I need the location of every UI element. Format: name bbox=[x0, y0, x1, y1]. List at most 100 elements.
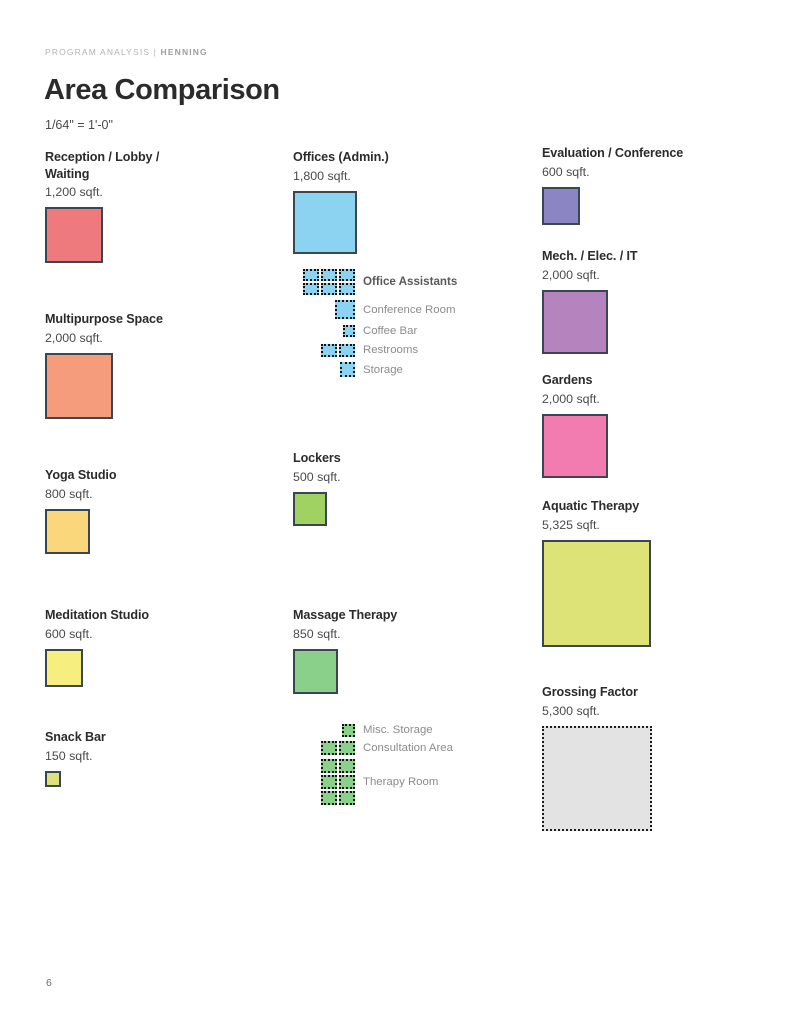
label-line-2: Waiting bbox=[45, 166, 90, 181]
area-entry-mech-elec-it: Mech. / Elec. / IT 2,000 sqft. bbox=[542, 248, 638, 354]
subitem-label: Consultation Area bbox=[363, 742, 453, 754]
subitem-cell bbox=[340, 362, 355, 377]
subitem-office-assistants: Office Assistants bbox=[293, 269, 528, 295]
area-entry-value: 600 sqft. bbox=[45, 626, 93, 641]
area-entry-label: Offices (Admin.) bbox=[293, 150, 389, 164]
area-entry-evaluation-conference: Evaluation / Conference 600 sqft. bbox=[542, 145, 683, 225]
area-swatch-reception bbox=[45, 207, 103, 263]
area-entry-reception: Reception / Lobby / Waiting 1,200 sqft. bbox=[45, 149, 159, 263]
area-entry-label: Grossing Factor bbox=[542, 685, 638, 699]
subitem-cell bbox=[339, 283, 355, 295]
subitem-cell bbox=[343, 325, 355, 337]
subitem-swatch-wrap bbox=[293, 300, 355, 319]
subitem-cell bbox=[339, 343, 355, 357]
area-entry-value: 5,300 sqft. bbox=[542, 703, 600, 718]
subitem-swatch-wrap bbox=[293, 269, 355, 295]
subitem-cell bbox=[342, 723, 355, 737]
subitem-label: Conference Room bbox=[363, 303, 456, 316]
subitem-cell bbox=[339, 791, 355, 805]
area-entry-label: Yoga Studio bbox=[45, 468, 117, 482]
subitem-swatch-misc-storage bbox=[342, 723, 355, 737]
area-entry-label: Evaluation / Conference bbox=[542, 146, 684, 160]
area-entry-yoga-studio: Yoga Studio 800 sqft. bbox=[45, 467, 117, 554]
area-entry-value: 1,200 sqft. bbox=[45, 185, 103, 199]
area-entry-value: 2,000 sqft. bbox=[542, 391, 600, 406]
page-number: 6 bbox=[46, 977, 52, 989]
area-entry-label: Aquatic Therapy bbox=[542, 499, 640, 513]
label-line-1: Reception / Lobby / bbox=[45, 150, 160, 164]
subitem-cell bbox=[321, 775, 337, 789]
subitem-coffee-bar: Coffee Bar bbox=[293, 324, 528, 338]
area-entry-snack-bar: Snack Bar 150 sqft. bbox=[45, 729, 106, 787]
area-entry-label: Mech. / Elec. / IT bbox=[542, 249, 638, 263]
subitem-swatch-wrap bbox=[293, 325, 355, 337]
area-entry-label: Reception / Lobby / Waiting bbox=[45, 149, 159, 182]
area-entry-value: 5,325 sqft. bbox=[542, 517, 600, 532]
subitem-cell bbox=[321, 759, 337, 773]
subitem-swatch-consultation-area bbox=[321, 741, 355, 755]
area-entry-value: 600 sqft. bbox=[542, 164, 590, 179]
massage-subitems-group: Misc. Storage Consultation Area Therapy … bbox=[293, 723, 528, 807]
program-analysis-page: PROGRAM ANALYSIS | HENNING Area Comparis… bbox=[0, 0, 791, 1024]
area-entry-value: 150 sqft. bbox=[45, 748, 93, 763]
subitem-consultation-area: Consultation Area bbox=[293, 741, 528, 755]
area-entry-multipurpose: Multipurpose Space 2,000 sqft. bbox=[45, 311, 163, 419]
area-entry-gardens: Gardens 2,000 sqft. bbox=[542, 372, 608, 478]
area-swatch-snack-bar bbox=[45, 770, 61, 787]
area-entry-value: 850 sqft. bbox=[293, 626, 341, 641]
subitem-conference-room: Conference Room bbox=[293, 300, 528, 319]
subitem-swatch-restrooms bbox=[321, 343, 355, 357]
area-entry-label: Massage Therapy bbox=[293, 608, 398, 622]
eyebrow-firm-name: HENNING bbox=[160, 47, 208, 57]
subitem-swatch-storage bbox=[340, 362, 355, 377]
subitem-swatch-therapy-room bbox=[321, 759, 355, 805]
page-title: Area Comparison bbox=[44, 74, 280, 106]
area-swatch-offices-admin bbox=[293, 190, 357, 254]
eyebrow-prefix: PROGRAM ANALYSIS | bbox=[45, 47, 161, 57]
area-entry-offices-admin: Offices (Admin.) 1,800 sqft. bbox=[293, 149, 389, 254]
offices-subitems-group: Office Assistants Conference Room Coffee… bbox=[293, 269, 528, 379]
subitem-label: Restrooms bbox=[363, 344, 419, 356]
area-entry-value: 500 sqft. bbox=[293, 469, 341, 484]
area-entry-aquatic-therapy: Aquatic Therapy 5,325 sqft. bbox=[542, 498, 651, 647]
subitem-cell bbox=[339, 775, 355, 789]
subitem-swatch-wrap bbox=[293, 343, 355, 357]
area-entry-label: Lockers bbox=[293, 451, 341, 465]
subitem-cell bbox=[339, 269, 355, 281]
area-swatch-gardens bbox=[542, 413, 608, 478]
subitem-label: Office Assistants bbox=[363, 275, 458, 288]
drawing-scale: 1/64" = 1'-0" bbox=[45, 118, 113, 132]
subitem-misc-storage: Misc. Storage bbox=[293, 723, 528, 737]
area-entry-meditation-studio: Meditation Studio 600 sqft. bbox=[45, 607, 149, 687]
subitem-swatch-wrap bbox=[293, 741, 355, 755]
area-swatch-massage-therapy bbox=[293, 648, 338, 694]
subitem-swatch-office-assistants bbox=[303, 269, 355, 295]
area-swatch-lockers bbox=[293, 491, 327, 526]
subitem-swatch-coffee-bar bbox=[343, 325, 355, 337]
area-entry-lockers: Lockers 500 sqft. bbox=[293, 450, 341, 526]
area-entry-label: Meditation Studio bbox=[45, 608, 149, 622]
subitem-restrooms: Restrooms bbox=[293, 343, 528, 357]
area-entry-massage-therapy: Massage Therapy 850 sqft. bbox=[293, 607, 397, 694]
area-swatch-yoga-studio bbox=[45, 508, 90, 554]
area-swatch-multipurpose bbox=[45, 352, 113, 419]
subitem-label: Therapy Room bbox=[363, 776, 439, 788]
subitem-storage: Storage bbox=[293, 362, 528, 377]
subitem-therapy-room: Therapy Room bbox=[293, 759, 528, 805]
subitem-swatch-wrap bbox=[293, 723, 355, 737]
area-swatch-mech-elec-it bbox=[542, 289, 608, 354]
area-entry-value: 2,000 sqft. bbox=[542, 267, 600, 282]
area-swatch-meditation-studio bbox=[45, 648, 83, 687]
subitem-cell bbox=[321, 791, 337, 805]
area-entry-grossing-factor: Grossing Factor 5,300 sqft. bbox=[542, 684, 652, 831]
subitem-cell bbox=[339, 741, 355, 755]
document-eyebrow: PROGRAM ANALYSIS | HENNING bbox=[45, 47, 208, 57]
subitem-swatch-wrap bbox=[293, 759, 355, 805]
subitem-swatch-conference-room bbox=[335, 300, 355, 319]
area-swatch-aquatic-therapy bbox=[542, 539, 651, 647]
area-entry-label: Snack Bar bbox=[45, 730, 106, 744]
subitem-label: Misc. Storage bbox=[363, 724, 433, 736]
subitem-cell bbox=[339, 759, 355, 773]
subitem-cell bbox=[335, 300, 355, 319]
area-entry-label: Gardens bbox=[542, 373, 593, 387]
